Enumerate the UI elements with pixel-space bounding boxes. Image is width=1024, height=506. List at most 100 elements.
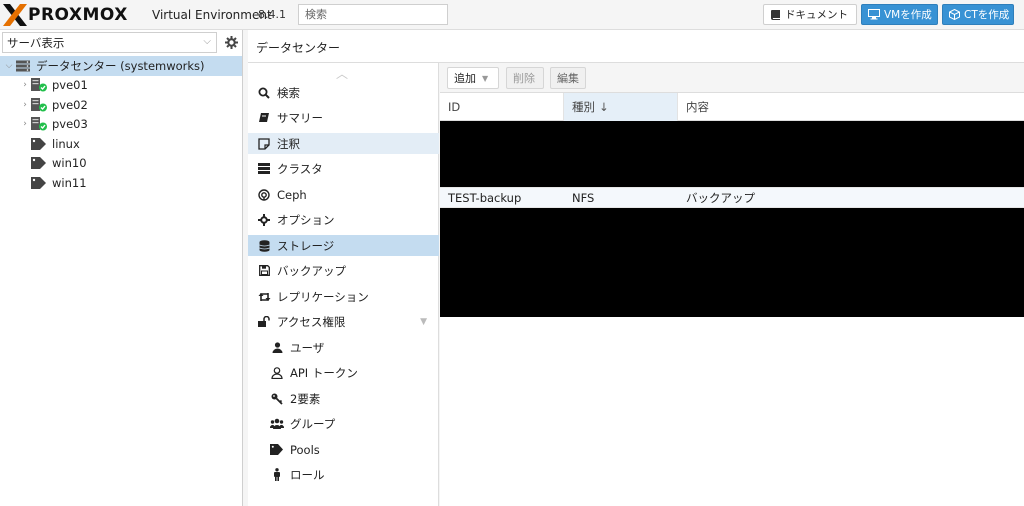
tree-item-label: pve02 (52, 97, 88, 112)
gear-icon (257, 213, 271, 227)
create-ct-label: CTを作成 (964, 9, 1010, 21)
menu-item-two-factor[interactable]: 2要素 (248, 388, 439, 409)
menu-item-roles[interactable]: ロール (248, 464, 439, 485)
add-button[interactable]: 追加 ▼ (447, 67, 499, 89)
desktop-icon (868, 9, 880, 20)
expand-icon[interactable]: › (20, 80, 30, 90)
chevron-down-icon[interactable]: ▼ (420, 317, 427, 327)
menu-item-backup[interactable]: バックアップ (248, 260, 439, 281)
sort-arrow-down-icon: ↓ (599, 100, 609, 114)
column-header-type[interactable]: 種別 ↓ (564, 93, 678, 121)
tree-item-pve01[interactable]: › pve01 (0, 76, 242, 96)
search-icon (257, 86, 271, 100)
menu-item-label: 注釈 (277, 136, 300, 151)
column-header-id[interactable]: ID (440, 93, 564, 121)
tree-item-win11[interactable]: win11 (0, 173, 242, 193)
scroll-up-icon[interactable]: ︿ (336, 65, 348, 82)
menu-item-label: API トークン (290, 365, 358, 380)
menu-item-label: アクセス権限 (277, 314, 346, 329)
tag-icon (30, 176, 48, 190)
menu-item-api-tokens[interactable]: API トークン (248, 362, 439, 383)
menu-item-replication[interactable]: レプリケーション (248, 286, 439, 307)
menu-item-ceph[interactable]: Ceph (248, 184, 439, 205)
expand-icon[interactable]: › (20, 119, 30, 129)
user-icon (270, 341, 284, 355)
expand-icon[interactable]: › (20, 100, 30, 110)
menu-item-storage[interactable]: ストレージ (248, 235, 439, 256)
documentation-label: ドキュメント (785, 9, 848, 21)
node-online-icon (30, 117, 48, 131)
create-vm-label: VMを作成 (884, 9, 932, 21)
menu-item-label: バックアップ (277, 263, 346, 278)
add-button-label: 追加 (454, 72, 476, 85)
menu-item-label: 検索 (277, 85, 300, 100)
column-header-content[interactable]: 内容 (678, 93, 1024, 121)
tag-icon (30, 137, 48, 151)
male-icon (270, 468, 284, 482)
view-selector[interactable]: サーバ表示 ⌵ (2, 32, 217, 53)
menu-item-label: Ceph (277, 187, 307, 202)
tree-item-win10[interactable]: win10 (0, 154, 242, 174)
menu-item-notes[interactable]: 注釈 (248, 133, 439, 154)
tree-item-label: linux (52, 136, 80, 151)
logo-wordmark: PROXMOX (28, 5, 128, 25)
menu-item-search[interactable]: 検索 (248, 82, 439, 103)
grid-body: TEST-backup NFS バックアップ (440, 121, 1024, 506)
menu-item-label: ロール (290, 467, 325, 482)
key-icon (270, 392, 284, 406)
menu-item-label: クラスタ (277, 161, 323, 176)
tree-item-label: データセンター (systemworks) (36, 58, 205, 73)
tree-item-pve02[interactable]: › pve02 (0, 95, 242, 115)
cell-type: NFS (572, 190, 595, 205)
note-icon (257, 137, 271, 151)
search-input[interactable] (298, 4, 448, 25)
documentation-button[interactable]: ドキュメント (763, 4, 857, 25)
collapse-icon[interactable]: ⌵ (4, 61, 14, 71)
create-vm-button[interactable]: VMを作成 (861, 4, 938, 25)
tag-icon (30, 156, 48, 170)
menu-item-cluster[interactable]: クラスタ (248, 158, 439, 179)
redacted-rows (440, 121, 1024, 187)
tags-icon (270, 443, 284, 457)
tree-item-datacenter[interactable]: ⌵ データセンター (systemworks) (0, 56, 242, 76)
menu-item-options[interactable]: オプション (248, 209, 439, 230)
cell-content: バックアップ (686, 190, 755, 205)
view-selector-value: サーバ表示 (7, 36, 65, 50)
storage-toolbar: 追加 ▼ 削除 編集 (440, 63, 1024, 93)
database-icon (257, 239, 271, 253)
book-icon (770, 9, 781, 20)
tree-item-label: pve03 (52, 117, 88, 132)
tree-item-pve03[interactable]: › pve03 (0, 115, 242, 135)
datacenter-menu: ︿ 検索 サマリー 注釈 クラスタ Ceph オプション ストレージ バックアッ… (248, 63, 439, 506)
proxmox-logo[interactable]: PROXMOX (3, 3, 128, 27)
storage-panel: 追加 ▼ 削除 編集 ID 種別 ↓ 内容 TEST-backup NFS バッ… (440, 63, 1024, 506)
book-icon (257, 111, 271, 125)
edit-button[interactable]: 編集 (550, 67, 586, 89)
menu-item-label: サマリー (277, 110, 323, 125)
retweet-icon (257, 290, 271, 304)
tree-item-linux[interactable]: linux (0, 134, 242, 154)
server-icon (257, 162, 271, 176)
menu-item-groups[interactable]: グループ (248, 413, 439, 434)
edit-button-label: 編集 (557, 72, 579, 85)
delete-button[interactable]: 削除 (506, 67, 544, 89)
tree-item-label: win10 (52, 156, 87, 171)
table-row[interactable]: TEST-backup NFS バックアップ (440, 187, 1024, 208)
create-ct-button[interactable]: CTを作成 (942, 4, 1014, 25)
menu-item-label: ユーザ (290, 340, 325, 355)
menu-item-label: Pools (290, 442, 320, 457)
top-bar: PROXMOX Virtual Environment 8.4.1 ドキュメント… (0, 0, 1024, 30)
chevron-down-icon: ▼ (482, 73, 489, 83)
menu-item-pools[interactable]: Pools (248, 439, 439, 460)
menu-item-permissions[interactable]: アクセス権限 ▼ (248, 311, 439, 332)
column-header-label: 内容 (686, 100, 709, 114)
floppy-icon (257, 264, 271, 278)
menu-item-label: レプリケーション (277, 289, 369, 304)
menu-item-summary[interactable]: サマリー (248, 107, 439, 128)
users-icon (270, 417, 284, 431)
version-label: 8.4.1 (258, 8, 286, 21)
redacted-rows (440, 208, 1024, 317)
menu-item-label: ストレージ (277, 238, 335, 253)
menu-item-users[interactable]: ユーザ (248, 337, 439, 358)
tree-settings-button[interactable] (221, 32, 241, 53)
